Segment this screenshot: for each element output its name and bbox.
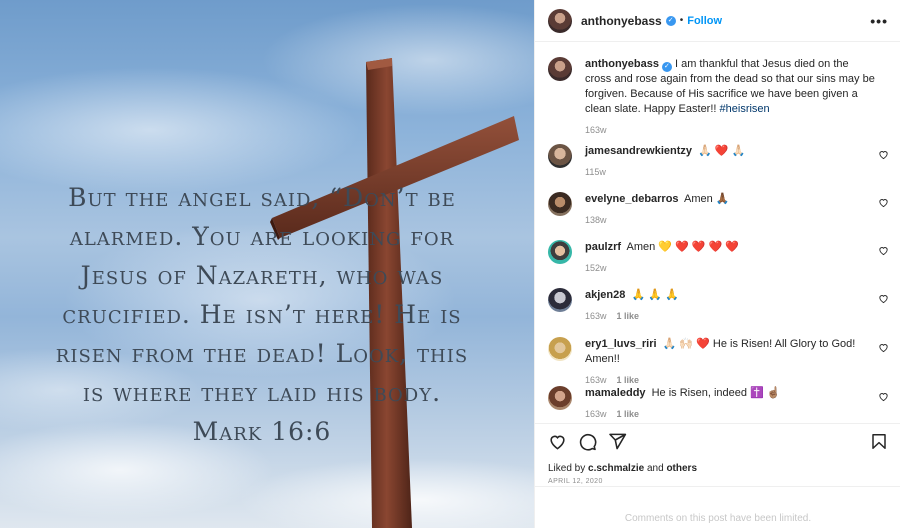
comments-list[interactable]: anthonyebass ✓ I am thankful that Jesus di… [535, 43, 900, 423]
comment-age: 163w [585, 311, 607, 321]
comment-username[interactable]: ery1_luvs_riri [585, 338, 657, 350]
comment-body: akjen28 🙏 🙏 🙏 163w 1 like [585, 288, 875, 324]
verse-reference: Mark 16:6 [192, 417, 332, 446]
verse-line: Jesus of Nazareth, who was [80, 261, 444, 290]
comment-likes[interactable]: 1 like [617, 409, 640, 419]
commenter-avatar[interactable] [548, 337, 572, 361]
comment-body: evelyne_debarros Amen 🙏🏾 138w [585, 192, 875, 228]
comment-likes[interactable]: 1 like [617, 375, 640, 385]
share-icon[interactable] [608, 432, 627, 451]
verse-line: risen from the dead! Look, this [55, 339, 469, 368]
post-image: But the angel said, “Don’t be alarmed. Y… [0, 0, 534, 528]
comment-meta: 138w [585, 213, 875, 228]
post-header: anthonyebass ✓ • Follow ••• [535, 0, 900, 42]
comment-meta: 152w [585, 261, 875, 276]
comment-text: 🙏 🙏 🙏 [631, 289, 679, 301]
comment-age: 138w [585, 215, 607, 225]
more-options-icon[interactable]: ••• [870, 13, 888, 29]
verse-line: crucified. He isn’t here! He is [62, 300, 462, 329]
comment-username[interactable]: mamaleddy [585, 387, 646, 399]
liked-prefix: Liked by [548, 463, 586, 474]
comment-like-icon[interactable] [878, 293, 889, 304]
comment-likes[interactable]: 1 like [617, 311, 640, 321]
liked-by: Liked by c.schmalzie and others [548, 463, 697, 474]
liked-others-link[interactable]: others [666, 463, 697, 474]
liked-and: and [646, 463, 664, 474]
commenter-avatar[interactable] [548, 240, 572, 264]
separator-dot: • [679, 15, 684, 26]
comment-like-icon[interactable] [878, 245, 889, 256]
comment-username[interactable]: evelyne_debarros [585, 193, 679, 205]
verified-badge-icon: ✓ [665, 15, 676, 26]
post-sidebar: anthonyebass ✓ • Follow ••• anthonyebass… [534, 0, 900, 528]
author-username[interactable]: anthonyebass [581, 14, 662, 28]
caption-body: anthonyebass ✓ I am thankful that Jesus di… [585, 57, 875, 138]
comment-text: 🙏🏻 ❤️ 🙏🏻 [698, 145, 746, 157]
follow-button[interactable]: Follow [687, 15, 722, 27]
comment-age: 115w [585, 167, 606, 177]
comment-meta: 163w 1 like [585, 309, 875, 324]
comment-body: mamaleddy He is Risen, indeed ✝️ ☝🏽 163w… [585, 386, 875, 422]
comment-age: 163w [585, 409, 607, 419]
comment-body: jamesandrewkientzy 🙏🏻 ❤️ 🙏🏻 115w [585, 144, 875, 180]
comment-like-icon[interactable] [878, 342, 889, 353]
comment-body: paulzrf Amen 💛 ❤️ ❤️ ❤️ ❤️ 152w [585, 240, 875, 276]
commenter-avatar[interactable] [548, 192, 572, 216]
liked-user-link[interactable]: c.schmalzie [588, 463, 644, 474]
verse-line: But the angel said, “Don’t be [68, 183, 456, 212]
caption-avatar[interactable] [548, 57, 572, 81]
caption-username[interactable]: anthonyebass [585, 58, 659, 70]
comment-like-icon[interactable] [878, 391, 889, 402]
comment-like-icon[interactable] [878, 197, 889, 208]
comment-username[interactable]: jamesandrewkientzy [585, 145, 692, 157]
comment-like-icon[interactable] [878, 149, 889, 160]
comment-meta: 115w [585, 165, 875, 180]
caption-age: 163w [585, 125, 607, 135]
like-icon[interactable] [548, 432, 567, 451]
action-icons [548, 432, 888, 452]
comment-body: ery1_luvs_riri 🙏🏻 🙌🏻 ❤️ He is Risen! All… [585, 337, 875, 388]
comment-icon[interactable] [578, 432, 597, 451]
comment-text: Amen 🙏🏾 [684, 193, 730, 205]
comment-age: 152w [585, 263, 607, 273]
hashtag-link[interactable]: #heisrisen [720, 103, 770, 115]
commenter-avatar[interactable] [548, 386, 572, 410]
comment-text: Amen 💛 ❤️ ❤️ ❤️ ❤️ [626, 241, 740, 253]
verse-line: alarmed. You are looking for [69, 222, 455, 251]
comments-limited-notice: Comments on this post have been limited. [535, 486, 900, 528]
post-date[interactable]: APRIL 12, 2020 [548, 478, 603, 485]
commenter-avatar[interactable] [548, 144, 572, 168]
comment-meta: 163w 1 like [585, 407, 875, 422]
comment-text: He is Risen, indeed ✝️ ☝🏽 [651, 387, 781, 399]
comment-age: 163w [585, 375, 607, 385]
author-avatar[interactable] [548, 8, 572, 33]
verse-line: is where they laid his body. [82, 378, 442, 407]
commenter-avatar[interactable] [548, 288, 572, 312]
comment-username[interactable]: paulzrf [585, 241, 621, 253]
verse-text: But the angel said, “Don’t be alarmed. Y… [22, 178, 502, 451]
save-icon[interactable] [870, 432, 888, 451]
verified-badge-icon: ✓ [661, 62, 672, 72]
comment-username[interactable]: akjen28 [585, 289, 625, 301]
